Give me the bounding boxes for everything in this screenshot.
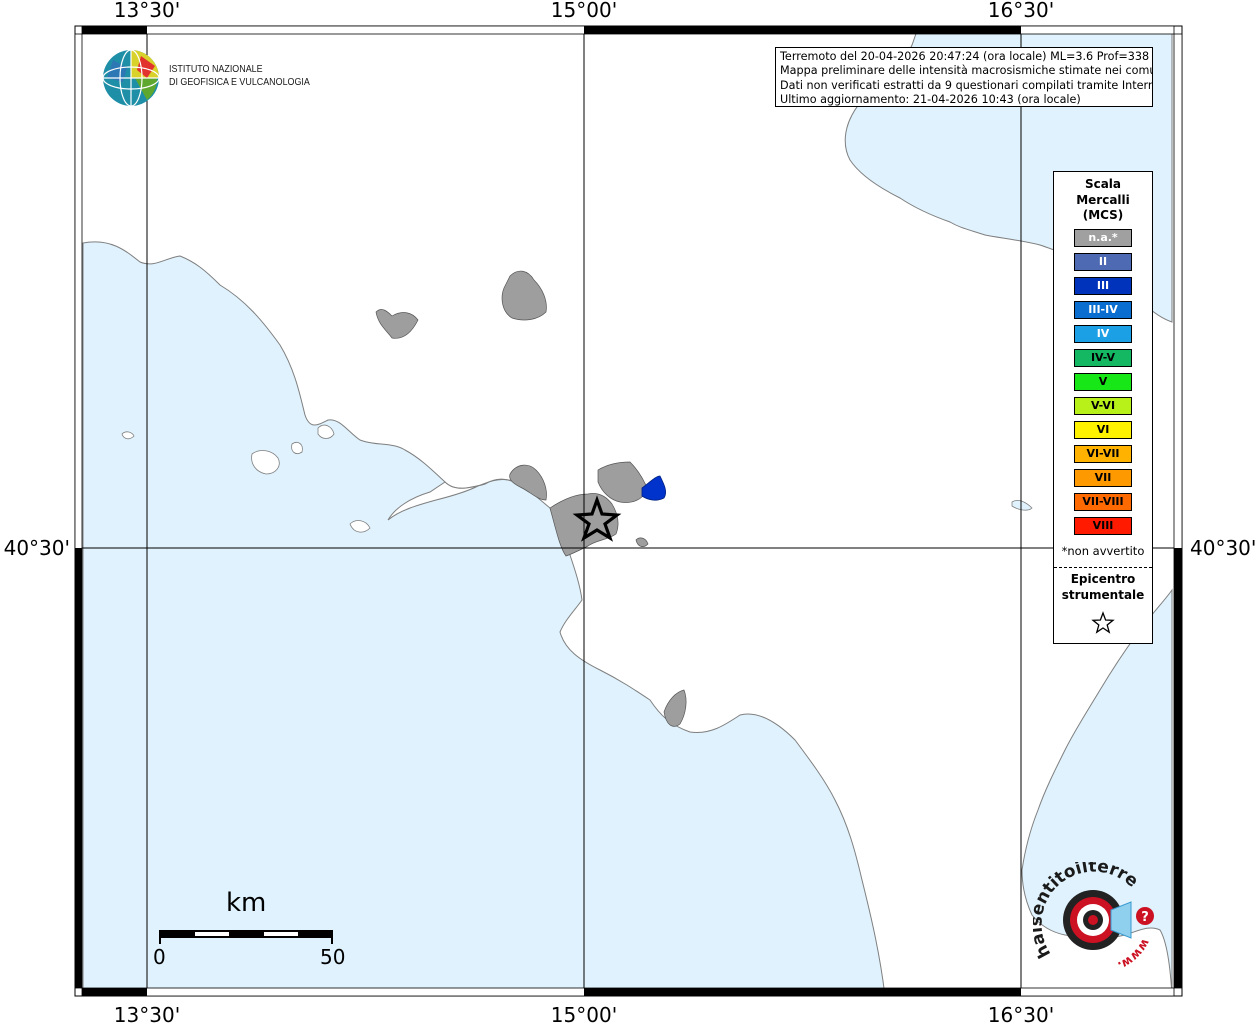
legend-item-viii: VIII xyxy=(1074,517,1132,535)
lon-label-top-1: 13°30' xyxy=(114,0,180,22)
legend-star-icon xyxy=(1091,611,1115,634)
legend-epicenter-line-1: Epicentro xyxy=(1070,572,1136,586)
legend-epicenter-label: Epicentro strumentale xyxy=(1054,572,1152,603)
legend-item-vii: VII xyxy=(1074,469,1132,487)
legend-title-line-2: Mercalli xyxy=(1076,192,1130,207)
legend-item-vi: VI xyxy=(1074,421,1132,439)
legend-title-line-3: (MCS) xyxy=(1082,208,1124,222)
island-small-3 xyxy=(291,442,303,454)
lon-label-top-3: 16°30' xyxy=(988,0,1054,22)
lon-label-bottom-1: 13°30' xyxy=(114,1003,180,1024)
lon-label-bottom-2: 15°00' xyxy=(551,1003,617,1024)
legend-item-iii-iv: III-IV xyxy=(1074,301,1132,319)
ingv-name: ISTITUTO NAZIONALE DI GEOFISICA E VULCAN… xyxy=(169,63,310,89)
scale-unit: km xyxy=(226,888,267,918)
haisentito-www-text: www. xyxy=(1116,937,1153,974)
lon-label-bottom-3: 16°30' xyxy=(988,1003,1054,1024)
svg-text:?: ? xyxy=(1141,910,1149,925)
legend-divider xyxy=(1054,567,1152,568)
info-line-map: Mappa preliminare delle intensità macros… xyxy=(780,64,1153,78)
legend-item-n-a: n.a.* xyxy=(1074,229,1132,247)
legend-item-iii: III xyxy=(1074,277,1132,295)
legend-footnote: *non avvertito xyxy=(1061,544,1145,558)
legend-title-line-1: Scala xyxy=(1084,177,1122,191)
ingv-name-line-1: ISTITUTO NAZIONALE xyxy=(169,63,263,75)
haisentito-logo-graphic: haisentitoilterremoto.it www. ? xyxy=(1024,847,1154,974)
svg-text:www.: www. xyxy=(1116,937,1153,974)
haisentito-logo: haisentitoilterremoto.it www. ? xyxy=(1024,847,1158,977)
legend-item-vii-viii: VII-VIII xyxy=(1074,493,1132,511)
info-line-update: Ultimo aggiornamento: 21-04-2026 10:43 (… xyxy=(780,93,1081,107)
lon-label-top-2: 15°00' xyxy=(551,0,617,22)
info-line-event: Terremoto del 20-04-2026 20:47:24 (ora l… xyxy=(780,50,1153,63)
legend-item-v-vi: V-VI xyxy=(1074,397,1132,415)
ingv-globe-icon xyxy=(102,49,160,107)
scale-end: 50 xyxy=(320,945,346,969)
lat-label-right: 40°30' xyxy=(1190,536,1255,560)
event-info-box: Terremoto del 20-04-2026 20:47:24 (ora l… xyxy=(775,47,1153,107)
info-line-data: Dati non verificati estratti da 9 questi… xyxy=(780,78,1153,92)
legend-item-iv-v: IV-V xyxy=(1074,349,1132,367)
ingv-name-line-2: DI GEOFISICA E VULCANOLOGIA xyxy=(169,76,310,88)
legend-title: Scala Mercalli (MCS) xyxy=(1054,177,1152,224)
legend-item-iv: IV xyxy=(1074,325,1132,343)
legend-item-vi-vii: VI-VII xyxy=(1074,445,1132,463)
legend-item-ii: II xyxy=(1074,253,1132,271)
lat-label-left: 40°30' xyxy=(4,536,70,560)
ingv-logo: ISTITUTO NAZIONALE DI GEOFISICA E VULCAN… xyxy=(101,48,321,110)
legend-epicenter-line-2: strumentale xyxy=(1061,587,1145,602)
legend-item-v: V xyxy=(1074,373,1132,391)
scale-start: 0 xyxy=(153,945,166,969)
mcs-legend: Scala Mercalli (MCS) n.a.* II III III-IV IV I… xyxy=(1053,171,1153,644)
